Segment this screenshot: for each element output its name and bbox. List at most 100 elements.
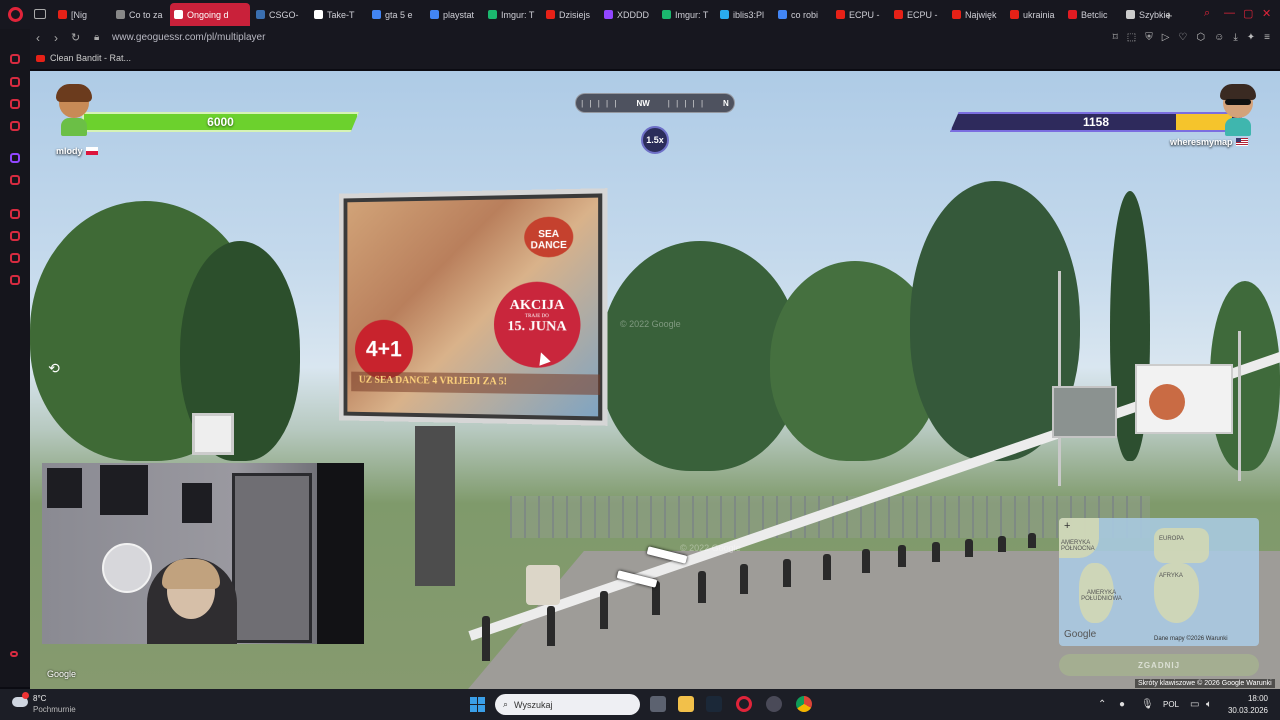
browser-tab[interactable]: Ongoing d — [170, 3, 250, 26]
sidebar-messenger-icon[interactable] — [10, 77, 20, 87]
tray-app-icon[interactable]: ● — [1119, 699, 1125, 710]
extensions-icon[interactable]: ⬡ — [1196, 32, 1205, 43]
steam-icon[interactable] — [706, 696, 722, 712]
taskbar: 8°C Pochmurnie ⌕ Wyszukaj ⌃ ● 🎙︎ POL ▭ 🔈… — [0, 689, 1280, 720]
play-icon[interactable]: ▷ — [1162, 32, 1170, 43]
compass[interactable]: | | | | | NW | | | | | N — [575, 93, 735, 113]
browser-tab[interactable]: ukrainia — [1006, 3, 1062, 26]
volume-icon[interactable]: 🔈︎ — [1206, 699, 1212, 710]
browser-tab[interactable]: co robi — [774, 3, 830, 26]
tab-label: Take-T — [327, 10, 355, 20]
guess-button[interactable]: ZGADNIJ — [1059, 654, 1259, 676]
weather-temp[interactable]: 8°C — [33, 694, 46, 703]
guess-minimap[interactable]: EUROPA AFRYKA AMERYKA POŁUDNIOWA AMERYKA… — [1059, 518, 1259, 646]
billboard-brand: SEA DANCE — [524, 216, 573, 257]
browser-tab[interactable]: Take-T — [310, 3, 366, 26]
tab-label: iblis3:Pl — [733, 10, 764, 20]
heart-icon[interactable]: ♡ — [1178, 32, 1187, 43]
health-bar-left: 6000 — [82, 112, 359, 132]
sidebar-history-icon[interactable] — [10, 231, 20, 241]
browser-tab[interactable]: Imgur: T — [658, 3, 714, 26]
streamer-hair — [162, 559, 220, 589]
bookmark-item[interactable]: Clean Bandit - Rat... — [36, 53, 131, 63]
sidebar-discord-icon[interactable] — [10, 175, 20, 185]
browser-tab[interactable]: ECPU - — [890, 3, 946, 26]
wall-frame — [47, 468, 82, 508]
start-button[interactable] — [470, 697, 485, 712]
search-tabs-icon[interactable]: ⌕ — [1204, 7, 1210, 20]
browser-tab[interactable]: Betclic — [1064, 3, 1120, 26]
opera-logo-icon[interactable] — [8, 7, 23, 22]
ai-icon[interactable]: ✦ — [1247, 32, 1255, 43]
language-indicator[interactable]: POL — [1163, 700, 1179, 709]
shield-icon[interactable]: ⛨ — [1145, 32, 1153, 43]
browser-tab[interactable]: Imgur: T — [484, 3, 540, 26]
opera-gx-icon[interactable] — [736, 696, 752, 712]
minimize-icon[interactable]: — — [1224, 7, 1235, 19]
avatar-left — [52, 84, 96, 140]
search-icon: ⌕ — [503, 699, 508, 710]
browser-tab[interactable]: iblis3:Pl — [716, 3, 772, 26]
browser-tab[interactable]: Najwięk — [948, 3, 1004, 26]
menu-icon[interactable]: ≡ — [1264, 32, 1270, 43]
browser-tab[interactable]: Co to za — [112, 3, 168, 26]
task-view-icon[interactable] — [650, 696, 666, 712]
chrome-icon[interactable] — [796, 696, 812, 712]
browser-tab[interactable]: XDDDD — [600, 3, 656, 26]
weather-condition[interactable]: Pochmurnie — [33, 705, 76, 714]
microphone-icon[interactable]: 🎙︎ — [1141, 699, 1154, 710]
billboard-art: SEA DANCE 4+1 AKCIJA TRAJE DO 15. JUNA U… — [347, 198, 598, 417]
taskbar-search[interactable]: ⌕ Wyszukaj — [495, 694, 640, 715]
workspaces-icon[interactable] — [34, 9, 46, 19]
streetview-panorama[interactable]: SEA DANCE 4+1 AKCIJA TRAJE DO 15. JUNA U… — [30, 71, 1280, 689]
reload-icon[interactable]: ↻ — [71, 31, 80, 44]
sidebar-aria-icon[interactable] — [10, 54, 20, 64]
sidebar-chat-icon[interactable] — [10, 99, 20, 109]
file-explorer-icon[interactable] — [678, 696, 694, 712]
zoom-in-icon[interactable]: + — [1064, 520, 1070, 532]
clock[interactable]: 18:00 30.03.2026 — [1226, 694, 1268, 715]
close-icon[interactable]: ✕ — [1262, 7, 1271, 20]
sidebar-settings-icon[interactable] — [10, 275, 20, 285]
desk-fan — [102, 543, 152, 593]
maximize-icon[interactable]: ▢ — [1243, 7, 1253, 20]
browser-tab[interactable]: [Nig — [54, 3, 110, 26]
sidebar-gx-icon[interactable] — [10, 651, 18, 657]
network-icon[interactable]: ▭ — [1190, 699, 1199, 710]
tab-favicon-icon — [488, 10, 497, 19]
tab-strip: [Nig Co to za Ongoing d CSGO- Take-T gta 5 ep… — [54, 3, 1180, 26]
snapshot-icon[interactable]: ⬚ — [1127, 32, 1136, 43]
return-to-start-icon[interactable]: ⟲ — [44, 358, 64, 378]
new-tab-icon[interactable]: + — [1165, 8, 1173, 23]
tab-favicon-icon — [372, 10, 381, 19]
address-bar: ‹ › ↻ 🔒︎ www.geoguessr.com/pl/multiplaye… — [30, 29, 1280, 49]
bollard — [998, 536, 1006, 552]
tray-chevron-icon[interactable]: ⌃ — [1098, 699, 1106, 710]
forward-icon[interactable]: › — [54, 31, 58, 45]
browser-tab[interactable]: CSGO- — [252, 3, 308, 26]
browser-tab[interactable]: ECPU - — [832, 3, 888, 26]
sidebar-cube-icon[interactable] — [10, 253, 20, 263]
bookmark-icon[interactable]: ⌑ — [1113, 32, 1118, 43]
browser-tab[interactable]: gta 5 e — [368, 3, 424, 26]
browser-tab[interactable]: Dzisiejs — [542, 3, 598, 26]
download-icon[interactable]: ⤓ — [1233, 32, 1237, 43]
bollard — [482, 616, 490, 661]
profile-icon[interactable]: ☺ — [1214, 32, 1224, 43]
back-icon[interactable]: ‹ — [36, 31, 40, 45]
sidebar-player-icon[interactable] — [10, 209, 20, 219]
browser-tab[interactable]: playstat — [426, 3, 482, 26]
minimap-google-logo: Google — [1064, 629, 1096, 640]
obs-icon[interactable] — [766, 696, 782, 712]
clock-time: 18:00 — [1226, 694, 1268, 703]
sidebar-twitch-icon[interactable] — [10, 153, 20, 163]
tab-label: co robi — [791, 10, 818, 20]
lock-icon[interactable]: 🔒︎ — [94, 32, 99, 43]
url-field[interactable]: www.geoguessr.com/pl/multiplayer — [112, 32, 265, 43]
tab-favicon-icon — [952, 10, 961, 19]
tab-label: Dzisiejs — [559, 10, 590, 20]
tab-label: CSGO- — [269, 10, 299, 20]
sidebar-gmail-icon[interactable] — [10, 121, 20, 131]
tab-favicon-icon — [1126, 10, 1135, 19]
tab-favicon-icon — [430, 10, 439, 19]
